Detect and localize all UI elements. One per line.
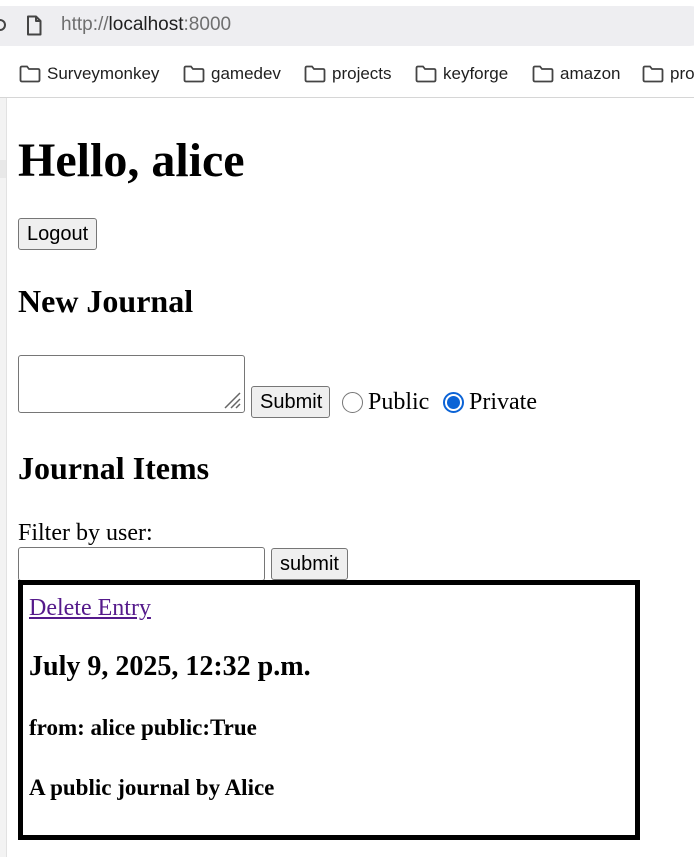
url-scheme: http:// — [61, 14, 109, 35]
journal-entry: Delete Entry July 9, 2025, 12:32 p.m. fr… — [18, 580, 640, 840]
folder-icon — [532, 65, 554, 83]
bookmark-surveymonkey[interactable]: Surveymonkey — [19, 64, 159, 84]
submit-journal-button[interactable]: Submit — [251, 386, 330, 418]
folder-icon — [415, 65, 437, 83]
filter-submit-button[interactable]: submit — [271, 548, 348, 580]
visibility-private-option[interactable]: Private — [443, 386, 537, 418]
page-info-icon[interactable] — [26, 15, 42, 36]
folder-icon — [304, 65, 326, 83]
bookmark-label: pro — [670, 64, 694, 83]
url-host: localhost — [108, 14, 184, 35]
public-radio[interactable] — [342, 391, 363, 413]
private-radio[interactable] — [443, 391, 464, 413]
bookmarks-bar: Surveymonkey gamedev projects keyforge a… — [0, 50, 694, 98]
bookmark-amazon[interactable]: amazon — [532, 64, 620, 84]
visibility-public-option[interactable]: Public — [342, 386, 429, 418]
side-panel-edge — [0, 98, 7, 857]
bookmark-label: keyforge — [443, 64, 509, 83]
private-radio-label: Private — [469, 388, 537, 415]
journal-items-heading: Journal Items — [18, 450, 210, 486]
bookmark-label: amazon — [560, 64, 621, 83]
entry-date: July 9, 2025, 12:32 p.m. — [29, 651, 311, 682]
entry-text: A public journal by Alice — [29, 775, 275, 800]
side-panel-notch — [0, 160, 6, 178]
delete-entry-link[interactable]: Delete Entry — [29, 595, 151, 622]
bookmark-keyforge[interactable]: keyforge — [415, 64, 508, 84]
bookmark-gamedev[interactable]: gamedev — [183, 64, 281, 84]
new-journal-heading: New Journal — [18, 283, 194, 319]
journal-textarea[interactable] — [18, 355, 245, 413]
url-text[interactable]: http://localhost:8000 — [61, 14, 231, 36]
logout-button[interactable]: Logout — [18, 218, 97, 250]
url-port: :8000 — [183, 14, 232, 35]
resize-grip-icon[interactable] — [221, 389, 241, 409]
folder-icon — [19, 65, 41, 83]
entry-meta: from: alice public:True — [29, 715, 257, 740]
bookmark-label: Surveymonkey — [47, 64, 160, 83]
bookmark-label: projects — [332, 64, 392, 83]
bookmark-projects[interactable]: projects — [304, 64, 392, 84]
folder-icon — [642, 65, 664, 83]
filter-label: Filter by user: — [18, 520, 153, 546]
public-radio-label: Public — [368, 388, 430, 415]
folder-icon — [183, 65, 205, 83]
page-title: Hello, alice — [18, 134, 245, 187]
bookmark-pro[interactable]: pro — [642, 64, 694, 84]
filter-user-input[interactable] — [18, 547, 265, 581]
address-bar: http://localhost:8000 — [0, 0, 694, 50]
bookmark-label: gamedev — [211, 64, 281, 83]
